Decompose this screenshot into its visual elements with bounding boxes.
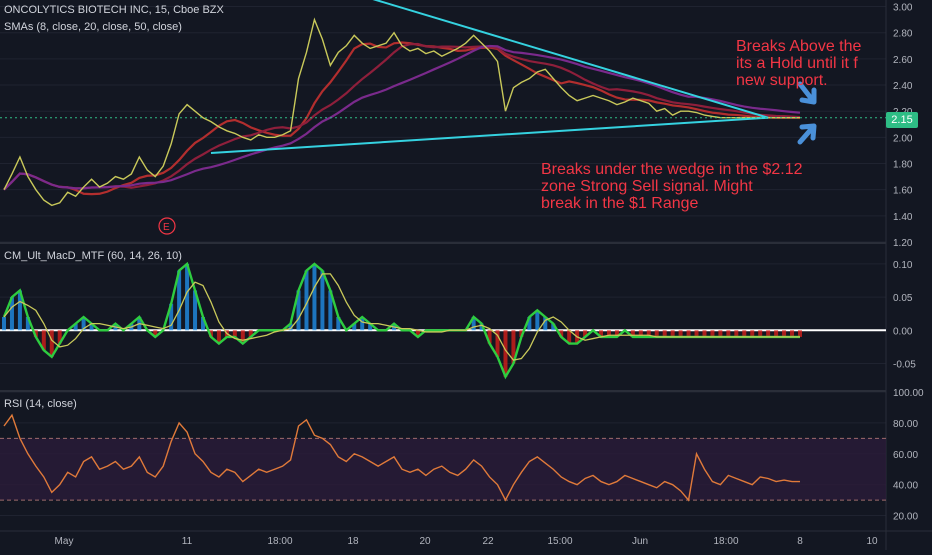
y-tick-label: 1.40 — [893, 212, 913, 223]
macd-histogram-bar — [2, 317, 6, 331]
x-tick-label: 11 — [182, 536, 193, 547]
y-tick-label: 100.00 — [893, 388, 924, 399]
x-tick-label: 15:00 — [547, 536, 572, 547]
current-price-label: 2.15 — [886, 112, 918, 128]
y-tick-label: 1.20 — [893, 238, 913, 249]
x-tick-label: Jun — [632, 536, 648, 547]
macd-histogram-bar — [503, 330, 508, 377]
annotation-breakout-note: Breaks Above the its a Hold until it f n… — [736, 38, 862, 89]
y-tick-label: 2.60 — [893, 55, 913, 66]
y-tick-label: 2.40 — [893, 81, 913, 92]
annotation-breakdown-note: Breaks under the wedge in the $2.12 zone… — [541, 161, 803, 212]
x-tick-label: 18 — [347, 536, 359, 547]
y-tick-label: 1.80 — [893, 160, 913, 171]
macd-histogram-bar — [535, 310, 540, 331]
macd-indicator-label[interactable]: CM_Ult_MacD_MTF (60, 14, 26, 10) — [4, 250, 182, 262]
y-tick-label: 0.10 — [893, 260, 913, 271]
x-tick-label: 8 — [797, 536, 803, 547]
y-tick-label: 60.00 — [893, 450, 918, 461]
y-tick-label: 2.80 — [893, 29, 913, 40]
y-tick-label: 0.00 — [893, 326, 913, 337]
x-tick-label: May — [55, 536, 74, 547]
macd-histogram-bar — [320, 270, 325, 331]
earnings-event-label: E — [163, 222, 170, 233]
rsi-indicator-label[interactable]: RSI (14, close) — [4, 398, 77, 410]
y-tick-label: 40.00 — [893, 481, 918, 492]
macd-histogram-bar — [312, 263, 317, 331]
chart-title: ONCOLYTICS BIOTECH INC, 15, Cboe BZX — [4, 4, 224, 16]
y-tick-label: 3.00 — [893, 3, 913, 14]
x-tick-label: 22 — [482, 536, 494, 547]
x-tick-label: 10 — [866, 536, 878, 547]
y-tick-label: 2.00 — [893, 133, 913, 144]
y-tick-label: 80.00 — [893, 419, 918, 430]
y-tick-label: 1.60 — [893, 186, 913, 197]
y-tick-label: -0.05 — [893, 359, 916, 370]
macd-histogram-bar — [185, 263, 190, 331]
y-tick-label: 20.00 — [893, 512, 918, 523]
x-tick-label: 18:00 — [713, 536, 738, 547]
y-tick-label: 0.05 — [893, 293, 913, 304]
rsi-band — [0, 438, 886, 501]
sma-indicator-label[interactable]: SMAs (8, close, 20, close, 50, close) — [4, 21, 182, 33]
x-tick-label: 18:00 — [267, 536, 292, 547]
x-tick-label: 20 — [419, 536, 431, 547]
chart-area[interactable]: E 3.002.802.602.402.202.001.801.601.401.… — [0, 0, 932, 550]
